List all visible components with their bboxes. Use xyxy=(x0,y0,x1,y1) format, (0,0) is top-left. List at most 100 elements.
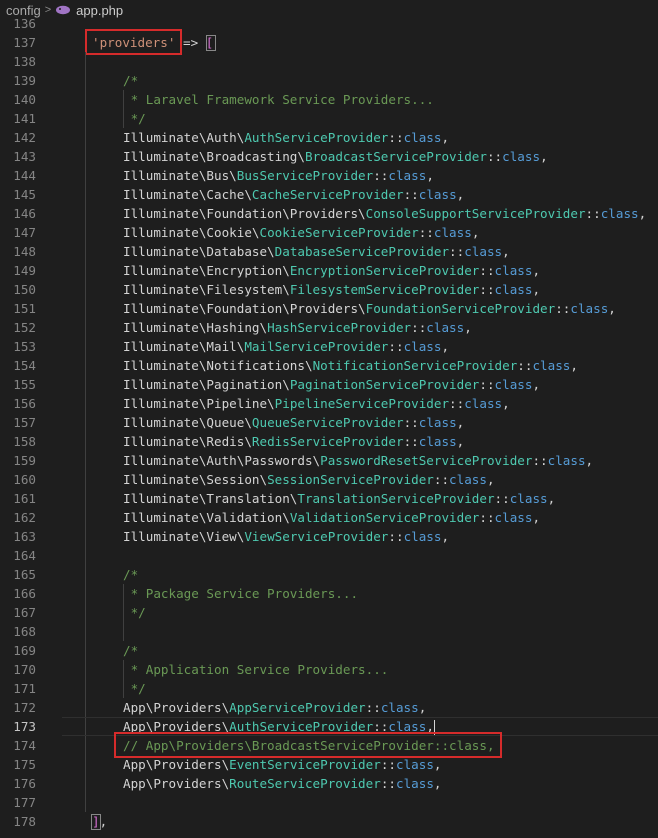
code-line[interactable]: 158 Illuminate\Redis\RedisServiceProvider… xyxy=(0,432,658,451)
scope-operator: :: xyxy=(388,339,404,354)
code-line[interactable]: 164 xyxy=(0,546,658,565)
class-name: PaginationServiceProvider xyxy=(289,377,480,392)
code-line[interactable]: 139 /* xyxy=(0,71,658,90)
code-line[interactable]: 178], xyxy=(0,812,658,831)
code-content: 'providers' => [ xyxy=(92,33,213,52)
code-content: Illuminate\Notifications\NotificationSer… xyxy=(123,356,578,375)
code-line[interactable]: 166 * Package Service Providers... xyxy=(0,584,658,603)
code-line[interactable]: 140 * Laravel Framework Service Provider… xyxy=(0,90,658,109)
indent-guide xyxy=(85,584,86,603)
code-line[interactable]: 153 Illuminate\Mail\MailServiceProvider::… xyxy=(0,337,658,356)
code-line[interactable]: 177 xyxy=(0,793,658,812)
code-line[interactable]: 141 */ xyxy=(0,109,658,128)
code-line[interactable]: 142 Illuminate\Auth\AuthServiceProvider::… xyxy=(0,128,658,147)
class-name: NotificationServiceProvider xyxy=(312,358,518,373)
code-content: Illuminate\Auth\Passwords\PasswordResetS… xyxy=(123,451,593,470)
code-line[interactable]: 174 // App\Providers\BroadcastServiceProv… xyxy=(0,732,658,758)
code-line[interactable]: 168 xyxy=(0,622,658,641)
indent-guide xyxy=(85,603,86,622)
code-line[interactable]: 137 'providers' => [ xyxy=(0,29,658,55)
text-cursor xyxy=(433,720,435,735)
code-line[interactable]: 171 */ xyxy=(0,679,658,698)
indent-guide xyxy=(85,337,86,356)
scope-operator: :: xyxy=(388,130,404,145)
code-line[interactable]: 175 App\Providers\EventServiceProvider::c… xyxy=(0,755,658,774)
line-number: 151 xyxy=(13,301,36,316)
indent-guide xyxy=(85,71,86,90)
code-content: Illuminate\Pipeline\PipelineServiceProvi… xyxy=(123,394,510,413)
code-editor[interactable]: 136 137'providers' => [138 139/* 140 * Lara… xyxy=(0,14,658,831)
code-line[interactable]: 172 App\Providers\AppServiceProvider::cla… xyxy=(0,698,658,717)
code-line[interactable]: 157 Illuminate\Queue\QueueServiceProvider… xyxy=(0,413,658,432)
namespace: Illuminate\Pagination\ xyxy=(123,377,290,392)
code-line[interactable]: 149 Illuminate\Encryption\EncryptionServi… xyxy=(0,261,658,280)
class-keyword: class xyxy=(403,529,442,544)
indent-guide xyxy=(85,109,86,128)
namespace: Illuminate\Translation\ xyxy=(123,491,298,506)
code-line[interactable]: 156 Illuminate\Pipeline\PipelineServicePr… xyxy=(0,394,658,413)
code-line[interactable]: 148 Illuminate\Database\DatabaseServicePr… xyxy=(0,242,658,261)
class-keyword: class xyxy=(388,168,427,183)
comma: , xyxy=(418,700,427,715)
code-line[interactable]: 169 /* xyxy=(0,641,658,660)
comma: , xyxy=(441,529,450,544)
code-content: Illuminate\Foundation\Providers\ConsoleS… xyxy=(123,204,646,223)
indent-guide xyxy=(85,147,86,166)
code-content: Illuminate\Foundation\Providers\Foundati… xyxy=(123,299,616,318)
indent-guide xyxy=(85,356,86,375)
line-number: 171 xyxy=(13,681,36,696)
indent-guide xyxy=(85,128,86,147)
indent-guide xyxy=(85,736,86,755)
code-line[interactable]: 143 Illuminate\Broadcasting\BroadcastServ… xyxy=(0,147,658,166)
namespace: Illuminate\Database\ xyxy=(123,244,275,259)
code-line[interactable]: 173 App\Providers\AuthServiceProvider::cl… xyxy=(0,717,658,736)
comment-text: /* xyxy=(123,73,139,88)
code-line[interactable]: 176 App\Providers\RouteServiceProvider::c… xyxy=(0,774,658,793)
indent-guide xyxy=(85,527,86,546)
scope-operator: :: xyxy=(373,168,389,183)
code-line[interactable]: 160 Illuminate\Session\SessionServiceProv… xyxy=(0,470,658,489)
indent-guide xyxy=(85,204,86,223)
class-keyword: class xyxy=(509,491,548,506)
code-line[interactable]: 167 */ xyxy=(0,603,658,622)
code-line[interactable]: 144 Illuminate\Bus\BusServiceProvider::cl… xyxy=(0,166,658,185)
comma: , xyxy=(638,206,647,221)
indent-guide xyxy=(85,223,86,242)
class-name: CookieServiceProvider xyxy=(259,225,419,240)
class-keyword: class xyxy=(464,244,503,259)
class-keyword: class xyxy=(547,453,586,468)
code-content: * Laravel Framework Service Providers... xyxy=(123,90,434,109)
code-line[interactable]: 138 xyxy=(0,52,658,71)
indent-guide xyxy=(85,318,86,337)
code-line[interactable]: 161 Illuminate\Translation\TranslationSer… xyxy=(0,489,658,508)
code-content: Illuminate\Queue\QueueServiceProvider::c… xyxy=(123,413,464,432)
code-line[interactable]: 150 Illuminate\Filesystem\FilesystemServi… xyxy=(0,280,658,299)
line-number: 156 xyxy=(13,396,36,411)
code-line[interactable]: 152 Illuminate\Hashing\HashServiceProvide… xyxy=(0,318,658,337)
scope-operator: :: xyxy=(486,149,503,164)
namespace: Illuminate\Encryption\ xyxy=(123,263,290,278)
namespace: App\Providers\ xyxy=(123,719,230,734)
code-line[interactable]: 146 Illuminate\Foundation\Providers\Conso… xyxy=(0,204,658,223)
comma: , xyxy=(540,149,548,164)
code-line[interactable]: 151 Illuminate\Foundation\Providers\Found… xyxy=(0,299,658,318)
code-content: Illuminate\Redis\RedisServiceProvider::c… xyxy=(123,432,464,451)
code-line[interactable]: 147 Illuminate\Cookie\CookieServiceProvid… xyxy=(0,223,658,242)
code-line[interactable]: 154 Illuminate\Notifications\Notification… xyxy=(0,356,658,375)
indent-guide xyxy=(85,451,86,470)
code-line[interactable]: 159 Illuminate\Auth\Passwords\PasswordRes… xyxy=(0,451,658,470)
class-keyword: class xyxy=(570,301,609,316)
code-line[interactable]: 136 xyxy=(0,14,658,33)
line-number: 138 xyxy=(13,54,36,69)
line-number: 164 xyxy=(13,548,36,563)
indent-guide xyxy=(85,261,86,280)
code-line[interactable]: 165 /* xyxy=(0,565,658,584)
code-line[interactable]: 163 Illuminate\View\ViewServiceProvider::… xyxy=(0,527,658,546)
code-line[interactable]: 155 Illuminate\Pagination\PaginationServi… xyxy=(0,375,658,394)
code-line[interactable]: 145 Illuminate\Cache\CacheServiceProvider… xyxy=(0,185,658,204)
comma: , xyxy=(585,453,594,468)
code-line[interactable]: 170 * Application Service Providers... xyxy=(0,660,658,679)
class-keyword: class xyxy=(433,225,472,240)
comma: , xyxy=(502,244,510,259)
code-line[interactable]: 162 Illuminate\Validation\ValidationServi… xyxy=(0,508,658,527)
